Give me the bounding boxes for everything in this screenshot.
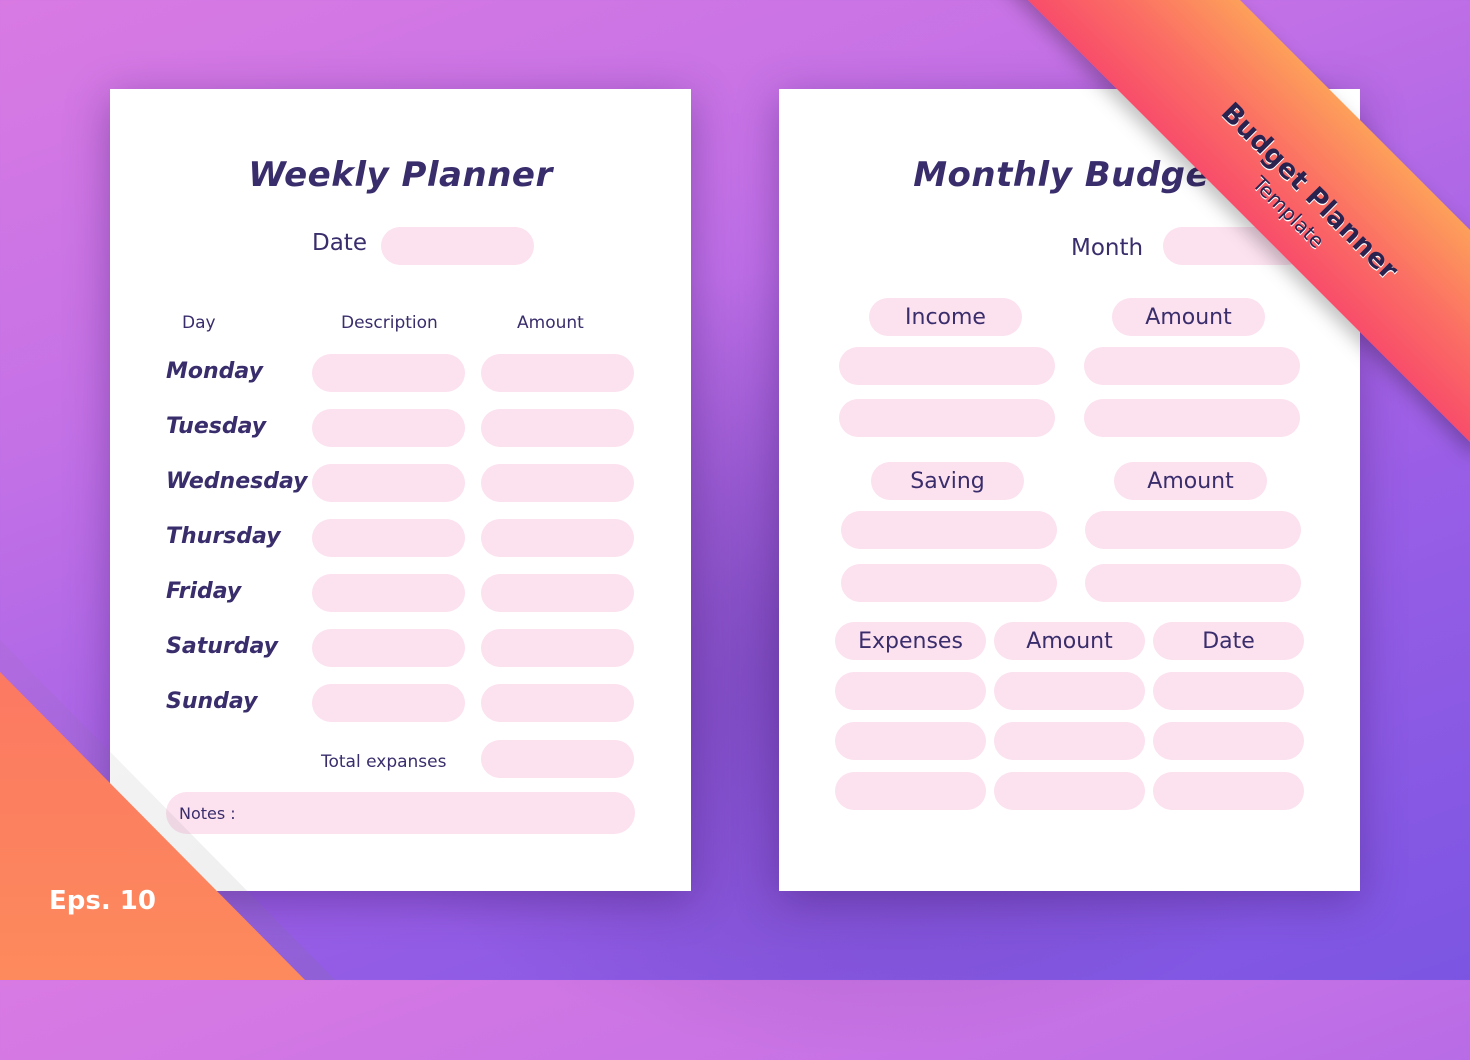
expenses-header: Expenses [835, 622, 986, 660]
amount-field[interactable] [481, 574, 634, 612]
expense-field[interactable] [835, 772, 986, 810]
expense-amount-field[interactable] [994, 672, 1145, 710]
day-label: Monday [166, 359, 263, 384]
expenses-amount-header: Amount [994, 622, 1145, 660]
description-field[interactable] [312, 629, 465, 667]
column-header-description: Description [341, 313, 438, 333]
day-label: Sunday [166, 689, 258, 714]
income-header: Income [869, 298, 1022, 336]
description-field[interactable] [312, 464, 465, 502]
expense-field[interactable] [835, 722, 986, 760]
amount-field[interactable] [481, 519, 634, 557]
income-amount-field-2[interactable] [1084, 399, 1300, 437]
weekly-planner-title: Weekly Planner [248, 155, 553, 195]
date-label: Date [312, 230, 367, 256]
day-label: Tuesday [166, 414, 267, 439]
amount-field[interactable] [481, 464, 634, 502]
description-field[interactable] [312, 354, 465, 392]
income-amount-field-1[interactable] [1084, 347, 1300, 385]
amount-field[interactable] [481, 684, 634, 722]
description-field[interactable] [312, 684, 465, 722]
expense-field[interactable] [835, 672, 986, 710]
saving-amount-header: Amount [1114, 462, 1267, 500]
day-label: Friday [166, 579, 242, 604]
month-label: Month [1071, 235, 1144, 261]
description-field[interactable] [312, 519, 465, 557]
saving-amount-field-1[interactable] [1085, 511, 1301, 549]
expense-amount-field[interactable] [994, 772, 1145, 810]
saving-field-1[interactable] [841, 511, 1057, 549]
notes-field[interactable]: Notes : [166, 792, 635, 834]
total-expenses-field[interactable] [481, 740, 634, 778]
format-badge: Eps. 10 [49, 886, 156, 916]
income-amount-header: Amount [1112, 298, 1265, 336]
amount-field[interactable] [481, 354, 634, 392]
expense-date-field[interactable] [1153, 722, 1304, 760]
column-header-amount: Amount [517, 313, 584, 333]
weekly-planner-page: Weekly Planner Date Day Description Amou… [110, 89, 691, 891]
expenses-date-header: Date [1153, 622, 1304, 660]
saving-header: Saving [871, 462, 1024, 500]
date-field[interactable] [381, 227, 534, 265]
total-expenses-label: Total expanses [321, 752, 447, 772]
expense-date-field[interactable] [1153, 672, 1304, 710]
expense-amount-field[interactable] [994, 722, 1145, 760]
saving-amount-field-2[interactable] [1085, 564, 1301, 602]
amount-field[interactable] [481, 409, 634, 447]
amount-field[interactable] [481, 629, 634, 667]
description-field[interactable] [312, 574, 465, 612]
day-label: Saturday [166, 634, 278, 659]
column-header-day: Day [182, 313, 216, 333]
description-field[interactable] [312, 409, 465, 447]
saving-field-2[interactable] [841, 564, 1057, 602]
income-field-2[interactable] [839, 399, 1055, 437]
day-label: Thursday [166, 524, 281, 549]
expense-date-field[interactable] [1153, 772, 1304, 810]
income-field-1[interactable] [839, 347, 1055, 385]
day-label: Wednesday [166, 469, 308, 494]
notes-label: Notes : [179, 804, 236, 823]
